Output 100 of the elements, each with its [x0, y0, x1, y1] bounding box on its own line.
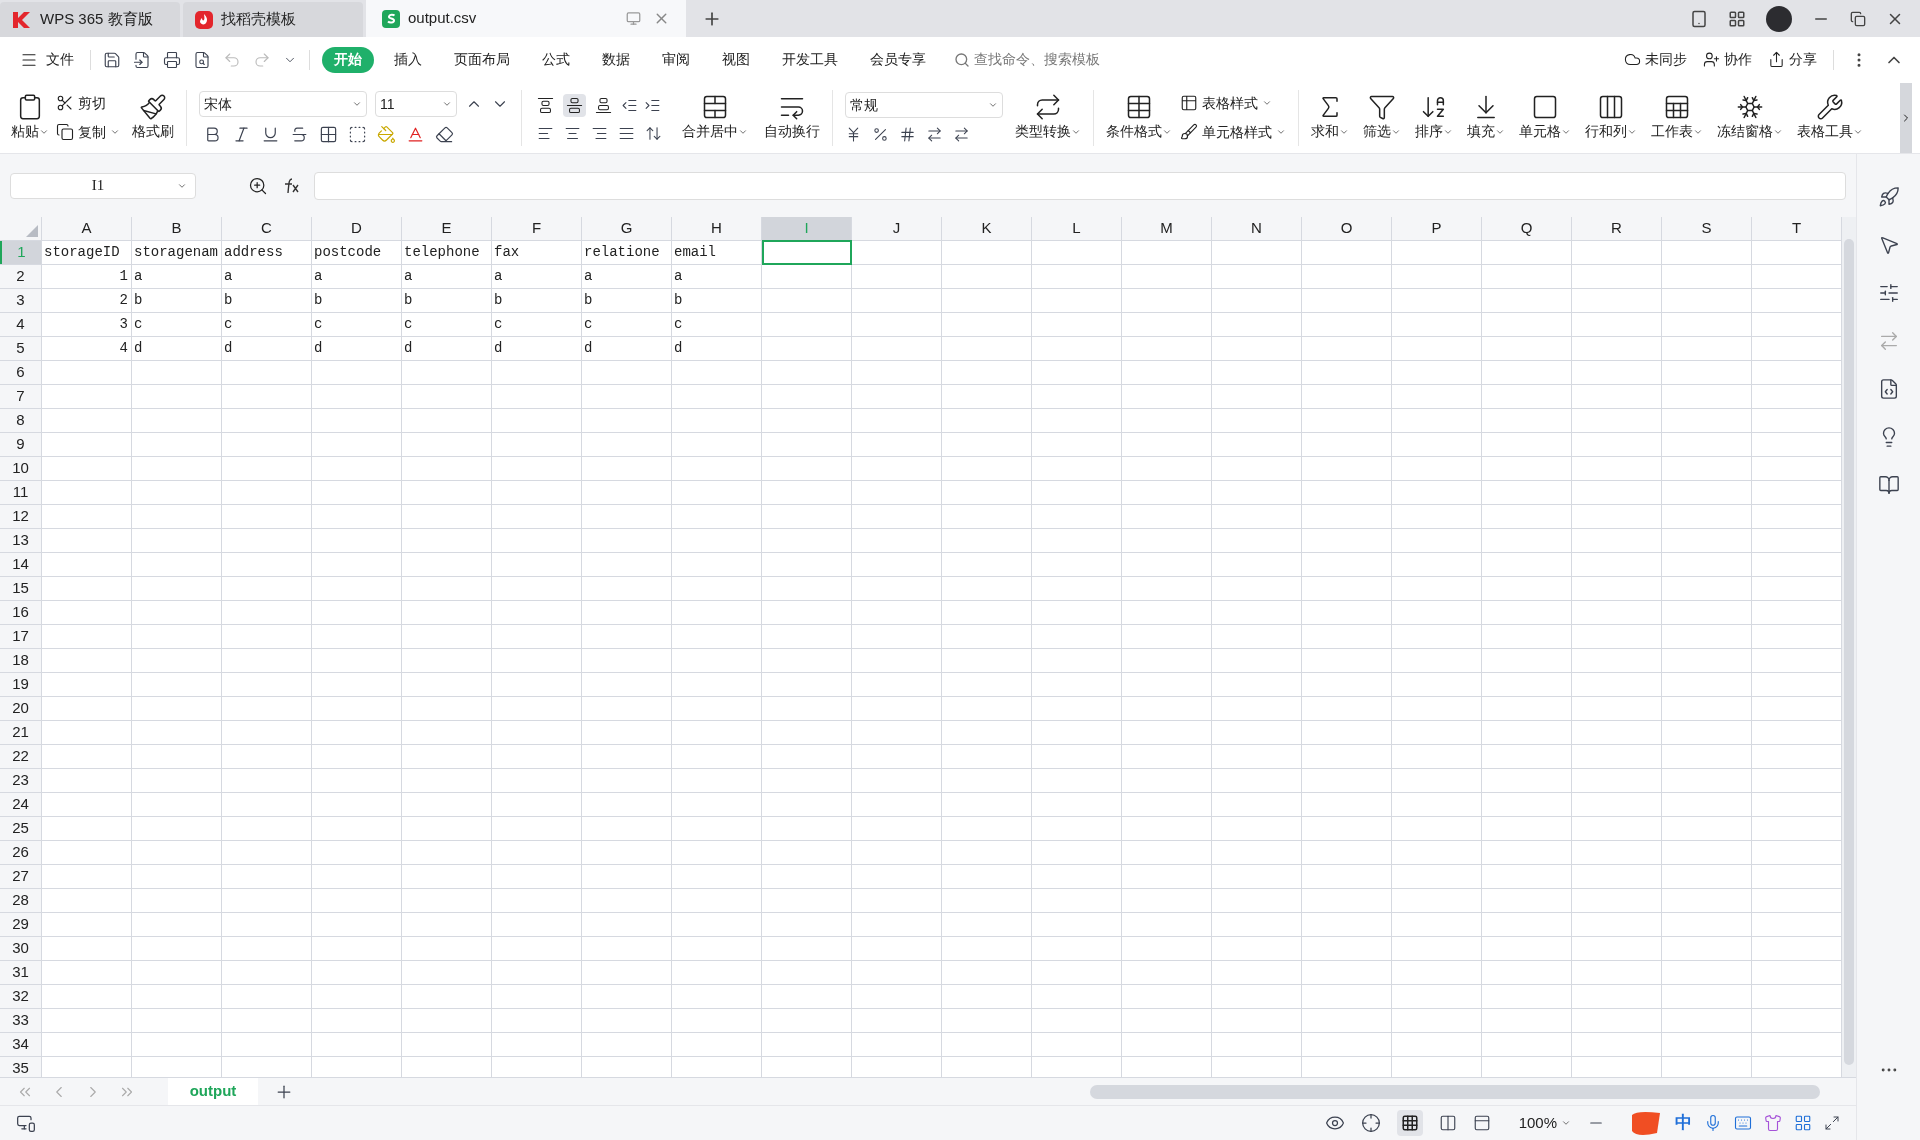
row-header[interactable]: 5 [0, 337, 42, 360]
font-name-field[interactable]: 宋体 [199, 91, 367, 117]
table-style-button[interactable]: 表格样式 [1180, 92, 1286, 114]
monitor-icon[interactable] [626, 11, 641, 26]
sliders-icon[interactable] [1877, 282, 1900, 304]
row-header[interactable]: 31 [0, 961, 42, 984]
row-header[interactable]: 15 [0, 577, 42, 600]
export-icon[interactable] [133, 50, 151, 69]
row-header[interactable]: 21 [0, 721, 42, 744]
user-avatar[interactable] [1766, 5, 1792, 32]
row-header[interactable]: 25 [0, 817, 42, 840]
column-header[interactable]: N [1212, 217, 1302, 240]
document-tab[interactable]: output.csv [366, 0, 686, 37]
ribbon-button[interactable]: 表格工具 [1797, 93, 1863, 142]
copy-button[interactable]: 复制 [56, 121, 120, 143]
macro-icon[interactable] [16, 1113, 36, 1133]
ribbon-button[interactable]: 工作表 [1651, 93, 1703, 142]
fill-color-icon[interactable] [377, 125, 396, 144]
ribbon-button[interactable]: 排序 [1415, 93, 1453, 142]
print-icon[interactable] [163, 50, 181, 69]
merge-center-button[interactable]: 合并居中 [682, 93, 748, 142]
selected-cell[interactable] [762, 240, 852, 265]
keyboard-icon[interactable] [1734, 1114, 1752, 1132]
row-header[interactable]: 17 [0, 625, 42, 648]
microphone-icon[interactable] [1704, 1114, 1722, 1132]
apps-grid-icon[interactable] [1728, 9, 1746, 28]
ribbon-tab[interactable]: 页面布局 [442, 46, 522, 73]
row-header[interactable]: 10 [0, 457, 42, 480]
conditional-format-button[interactable]: 条件格式 [1106, 93, 1172, 142]
row-header[interactable]: 26 [0, 841, 42, 864]
row-header[interactable]: 11 [0, 481, 42, 504]
row-header[interactable]: 33 [0, 1009, 42, 1032]
ribbon-button[interactable]: 冻结窗格 [1717, 93, 1783, 142]
row-header[interactable]: 20 [0, 697, 42, 720]
row-header[interactable]: 16 [0, 601, 42, 624]
page-break-icon[interactable] [1472, 1114, 1491, 1132]
row-header[interactable]: 13 [0, 529, 42, 552]
row-header[interactable]: 8 [0, 409, 42, 432]
ribbon-tab[interactable]: 插入 [382, 46, 434, 73]
column-header[interactable]: M [1122, 217, 1212, 240]
row-header[interactable]: 19 [0, 673, 42, 696]
format-painter-button[interactable]: 格式刷 [132, 93, 174, 142]
column-header[interactable]: O [1302, 217, 1392, 240]
command-search[interactable]: 查找命令、搜索模板 [950, 45, 1150, 74]
ribbon-button[interactable]: 单元格 [1519, 93, 1571, 142]
font-size-field[interactable]: 11 [375, 91, 457, 117]
book-icon[interactable] [1877, 474, 1900, 496]
column-header[interactable]: G [582, 217, 672, 240]
row-header[interactable]: 7 [0, 385, 42, 408]
restore-icon[interactable] [1850, 10, 1866, 27]
search-field[interactable]: 查找命令、搜索模板 [974, 49, 1144, 70]
row-header[interactable]: 6 [0, 361, 42, 384]
vertical-scrollbar[interactable] [1842, 217, 1856, 1077]
font-color-icon[interactable] [406, 125, 425, 144]
decrease-decimal-icon[interactable] [953, 126, 970, 143]
row-header[interactable]: 29 [0, 913, 42, 936]
zoom-icon[interactable] [248, 175, 268, 196]
row-header[interactable]: 24 [0, 793, 42, 816]
toolbar-action[interactable]: 未同步 [1624, 49, 1687, 70]
expand-icon[interactable] [1824, 1115, 1840, 1131]
zoom-level[interactable]: 100% [1518, 1111, 1571, 1135]
number-format-field[interactable]: 常规 [845, 92, 1003, 118]
document-tab[interactable]: WPS 365 教育版 [0, 2, 180, 37]
thousands-icon[interactable] [899, 126, 916, 143]
column-header[interactable]: J [852, 217, 942, 240]
column-header[interactable]: E [402, 217, 492, 240]
ribbon-tab[interactable]: 视图 [710, 46, 762, 73]
toolbox-icon[interactable] [1794, 1114, 1812, 1132]
skin-icon[interactable] [1764, 1114, 1782, 1132]
file-menu[interactable]: 文件 [16, 49, 78, 70]
row-header[interactable]: 18 [0, 649, 42, 672]
ribbon-tab[interactable]: 公式 [530, 46, 582, 73]
row-header[interactable]: 23 [0, 769, 42, 792]
print-preview-icon[interactable] [193, 50, 211, 69]
row-header[interactable]: 9 [0, 433, 42, 456]
row-header[interactable]: 3 [0, 289, 42, 312]
wrap-text-button[interactable]: 自动换行 [764, 93, 820, 142]
convert-type-button[interactable]: 类型转换 [1015, 93, 1081, 142]
normal-view-button[interactable] [1396, 1110, 1423, 1136]
distribute-icon[interactable] [645, 124, 662, 142]
percent-icon[interactable] [872, 126, 889, 143]
row-header[interactable]: 2 [0, 265, 42, 288]
column-header[interactable]: R [1572, 217, 1662, 240]
column-header[interactable]: L [1032, 217, 1122, 240]
ribbon-button[interactable]: 行和列 [1585, 93, 1637, 142]
ime-logo-icon[interactable] [1629, 1109, 1663, 1137]
column-header[interactable]: P [1392, 217, 1482, 240]
ribbon-tab[interactable]: 审阅 [650, 46, 702, 73]
ribbon-tab[interactable]: 数据 [590, 46, 642, 73]
save-icon[interactable] [103, 50, 121, 69]
column-header[interactable]: Q [1482, 217, 1572, 240]
paste-button[interactable]: 粘贴 [8, 93, 52, 142]
column-header[interactable]: D [312, 217, 402, 240]
vertical-align-button[interactable] [563, 93, 586, 117]
row-header[interactable]: 12 [0, 505, 42, 528]
column-header[interactable]: F [492, 217, 582, 240]
ribbon-tab[interactable]: 开发工具 [770, 46, 850, 73]
row-header[interactable]: 4 [0, 313, 42, 336]
cell-style-button[interactable]: 单元格样式 [1180, 121, 1286, 143]
ribbon-button[interactable]: 筛选 [1363, 93, 1401, 142]
